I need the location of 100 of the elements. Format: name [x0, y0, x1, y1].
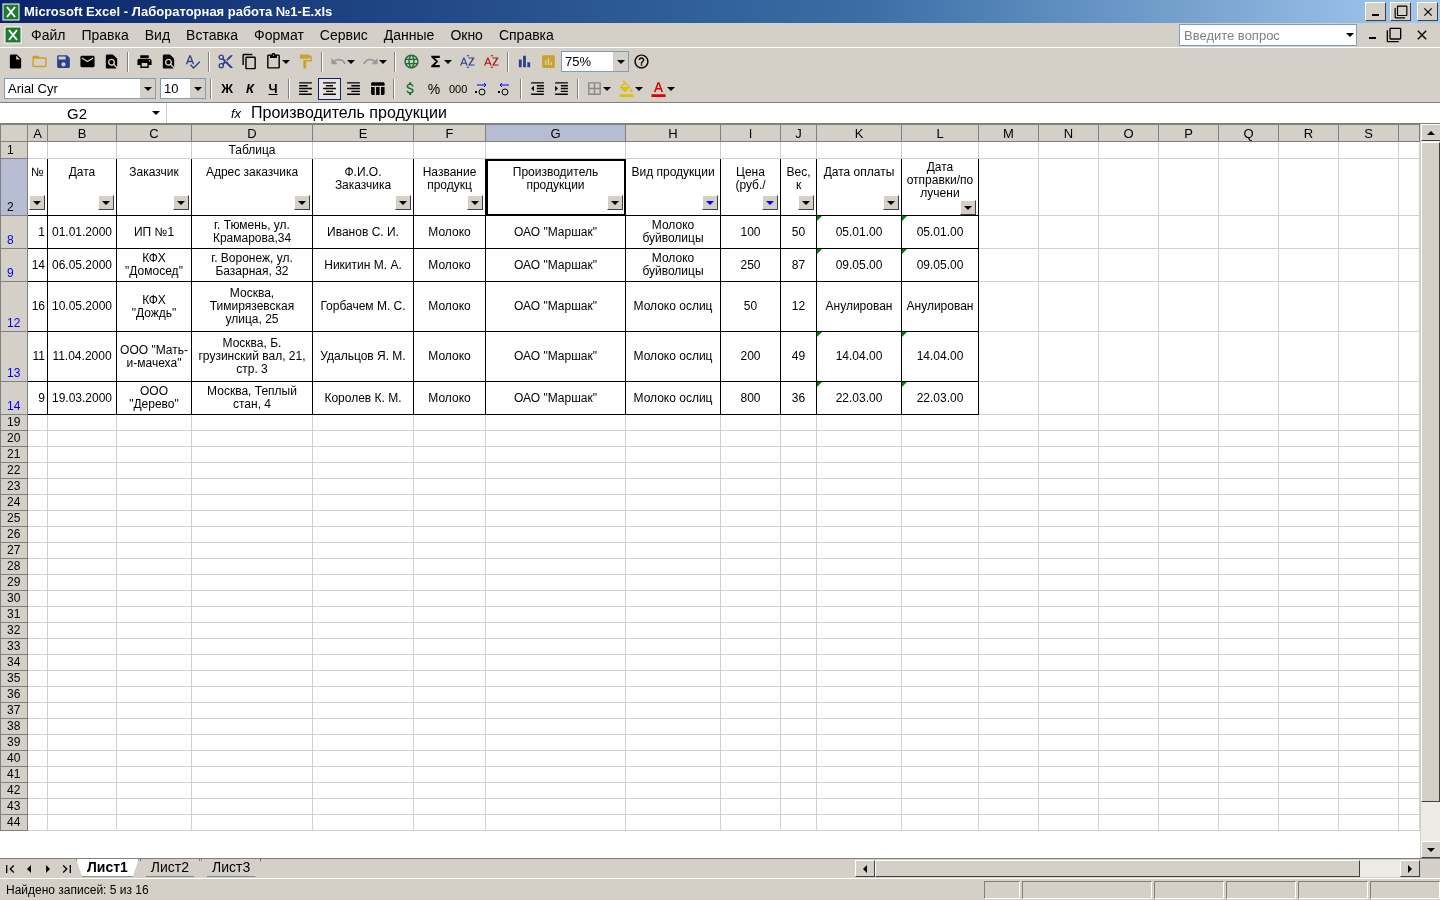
table-cell: 12 — [780, 281, 817, 332]
restore-button[interactable] — [1390, 2, 1411, 21]
column-header[interactable]: M — [978, 124, 1039, 142]
scroll-right-button[interactable] — [1400, 860, 1420, 877]
table-cell: Молоко — [413, 281, 486, 332]
font-size-dropdown[interactable]: 10 — [160, 78, 206, 99]
filter-dropdown-button[interactable] — [173, 195, 189, 210]
column-title: Дата оплаты — [822, 164, 896, 179]
row-header[interactable]: 9 — [0, 248, 28, 282]
column-header[interactable]: S — [1338, 124, 1399, 142]
caret-icon — [347, 59, 355, 64]
copy-icon — [241, 53, 258, 70]
align-center-button[interactable] — [318, 77, 341, 100]
table-cell: 16 — [27, 281, 48, 332]
page-magnifier-icon — [103, 53, 120, 70]
help-icon — [633, 53, 650, 70]
scroll-up-button[interactable] — [1421, 124, 1440, 141]
number-format-button[interactable]: 000 — [446, 77, 471, 100]
zoom-dropdown[interactable]: 75% — [561, 51, 629, 72]
filter-dropdown-button[interactable] — [762, 195, 778, 210]
menu-item[interactable]: Справка — [491, 25, 561, 45]
table-cell: Иванов С. И. — [312, 215, 414, 249]
filter-dropdown-button[interactable] — [467, 195, 483, 210]
table-cell: 11 — [27, 331, 48, 382]
row-header[interactable]: 12 — [0, 281, 28, 332]
clipboard-icon — [265, 53, 282, 70]
scroll-thumb[interactable] — [1421, 142, 1440, 802]
folder-icon — [31, 53, 48, 70]
table-cell: 800 — [720, 381, 781, 415]
row-header[interactable]: 14 — [0, 381, 28, 415]
column-header[interactable]: P — [1158, 124, 1219, 142]
table-cell: Молоко ослиц — [625, 381, 721, 415]
column-header[interactable]: F — [413, 124, 486, 142]
sheet-tab[interactable]: Лист1 — [76, 858, 139, 877]
column-header[interactable]: G — [485, 124, 626, 142]
menu-item[interactable]: Сервис — [312, 25, 375, 45]
menu-item[interactable]: Формат — [247, 25, 311, 45]
menu-item[interactable]: Файл — [24, 25, 73, 45]
scroll-down-button[interactable] — [1421, 841, 1440, 858]
scroll-left-button[interactable] — [855, 860, 875, 877]
sheet-tab[interactable]: Лист3 — [201, 858, 262, 877]
caret-icon — [143, 86, 152, 91]
number-format-button[interactable]: % — [423, 77, 445, 100]
row-header[interactable]: 8 — [0, 215, 28, 249]
menu-item[interactable]: Вид — [137, 25, 178, 45]
column-header[interactable]: L — [901, 124, 979, 142]
column-header[interactable]: R — [1278, 124, 1339, 142]
select-all-corner[interactable] — [0, 124, 28, 142]
up-arrow-icon — [1427, 130, 1435, 135]
caret-icon — [177, 200, 185, 205]
sort-icon — [459, 53, 476, 70]
document-icon — [7, 53, 24, 70]
filter-dropdown-button[interactable] — [607, 195, 623, 210]
filter-dropdown-button[interactable] — [395, 195, 411, 210]
caret-icon — [298, 200, 306, 205]
table-cell: Никитин М. А. — [312, 248, 414, 282]
text-style-button[interactable]: Ж — [216, 77, 238, 100]
filter-dropdown-button[interactable] — [883, 195, 899, 210]
column-header[interactable]: O — [1098, 124, 1159, 142]
restore-icon — [1393, 4, 1408, 19]
filter-dropdown-button[interactable] — [98, 195, 114, 210]
font-dropdown[interactable]: Arial Cyr — [4, 78, 156, 99]
filter-dropdown-button[interactable] — [960, 200, 976, 215]
sheet-tab[interactable]: Лист2 — [139, 858, 201, 877]
filter-dropdown-button[interactable] — [294, 195, 310, 210]
close-button[interactable] — [1417, 2, 1438, 21]
filter-dropdown-button[interactable] — [798, 195, 814, 210]
scissors-icon — [217, 53, 234, 70]
left-arrow-icon — [26, 864, 31, 873]
text-style-button[interactable]: Ч — [262, 77, 284, 100]
column-header[interactable]: J — [780, 124, 817, 142]
menu-item[interactable]: Окно — [443, 25, 490, 45]
grid-icon — [586, 80, 604, 97]
menu-item[interactable]: Правка — [74, 25, 136, 45]
filter-dropdown-button[interactable] — [702, 195, 718, 210]
row-header[interactable]: 13 — [0, 331, 28, 382]
column-header[interactable]: D — [191, 124, 313, 142]
minimize-button[interactable] — [1365, 2, 1386, 21]
table-cell: 10.05.2000 — [47, 281, 117, 332]
help-search-field[interactable]: Введите вопрос — [1179, 24, 1357, 46]
column-header[interactable]: N — [1038, 124, 1099, 142]
column-header[interactable]: H — [625, 124, 721, 142]
column-header[interactable]: E — [312, 124, 414, 142]
function-button[interactable]: fx — [230, 105, 241, 121]
menu-item[interactable]: Данные — [376, 25, 442, 45]
formula-field[interactable]: Производитель продукции — [245, 104, 447, 122]
column-header[interactable]: C — [116, 124, 192, 142]
caret-icon — [964, 205, 972, 210]
text-style-button[interactable]: К — [239, 77, 261, 100]
column-header[interactable]: Q — [1218, 124, 1279, 142]
table-cell: КФХ "Домосед" — [116, 248, 192, 282]
table-cell: 06.05.2000 — [47, 248, 117, 282]
column-header[interactable]: B — [47, 124, 117, 142]
filter-dropdown-button[interactable] — [29, 195, 45, 210]
scroll-thumb[interactable] — [875, 860, 1360, 877]
row-header[interactable]: 2 — [0, 158, 28, 216]
status-panel — [984, 880, 1020, 899]
menu-item[interactable]: Вставка — [179, 25, 246, 45]
column-header[interactable]: K — [816, 124, 902, 142]
column-header[interactable]: I — [720, 124, 781, 142]
